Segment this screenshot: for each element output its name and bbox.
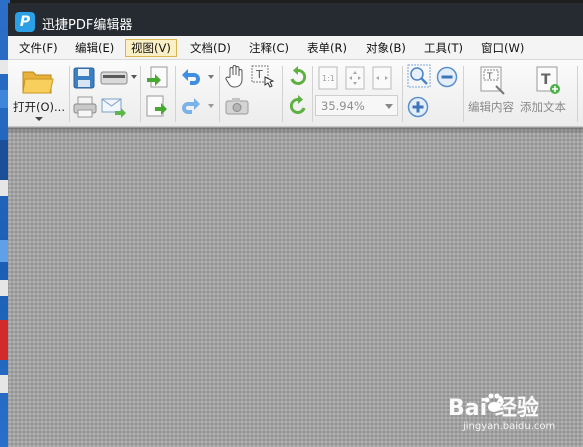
toolbar-separator	[175, 66, 176, 122]
menu-comment[interactable]: 注释(C)	[244, 39, 294, 57]
toolbar-separator	[402, 66, 403, 122]
chevron-down-icon[interactable]	[385, 104, 393, 109]
toolbar-separator	[140, 66, 141, 122]
window-title: 迅捷PDF编辑器	[42, 18, 133, 33]
watermark-url: jingyan.baidu.com	[463, 421, 556, 432]
edit-content-button[interactable]: T 编辑内容	[466, 62, 520, 124]
snapshot-icon[interactable]	[225, 97, 249, 115]
svg-text:1:1: 1:1	[322, 74, 335, 83]
app-logo-icon: P	[15, 12, 35, 32]
menu-window[interactable]: 窗口(W)	[476, 39, 529, 57]
menu-view[interactable]: 视图(V)	[125, 39, 177, 57]
undo-dropdown-arrow-icon[interactable]	[208, 75, 214, 79]
edit-content-label: 编辑内容	[468, 100, 514, 114]
toolbar: 打开(O)... T 1:1 35.94% T 编辑内容 T 添加文本	[8, 60, 583, 127]
select-text-icon[interactable]: T	[251, 65, 275, 89]
scanner-dropdown-arrow-icon[interactable]	[131, 75, 137, 79]
undo-icon[interactable]	[179, 67, 203, 87]
folder-icon	[22, 71, 54, 94]
save-icon[interactable]	[73, 67, 95, 89]
svg-text:T: T	[486, 72, 493, 82]
redo-icon[interactable]	[179, 96, 203, 116]
open-dropdown-arrow-icon[interactable]	[35, 117, 43, 121]
toolbar-separator	[69, 66, 70, 122]
fit-width-icon[interactable]	[371, 66, 393, 90]
title-bar[interactable]: P 迅捷PDF编辑器	[8, 3, 583, 36]
zoom-out-icon[interactable]	[436, 66, 458, 88]
email-icon[interactable]	[101, 96, 127, 118]
print-icon[interactable]	[73, 96, 97, 118]
import-page-icon[interactable]	[145, 66, 169, 90]
menu-document[interactable]: 文档(D)	[185, 39, 236, 57]
toolbar-shadow	[8, 128, 583, 134]
toolbar-separator	[463, 66, 464, 122]
actual-size-icon[interactable]: 1:1	[317, 66, 339, 90]
zoom-value: 35.94%	[321, 99, 365, 113]
toolbar-separator	[282, 66, 283, 122]
add-text-button[interactable]: T 添加文本	[520, 62, 576, 124]
zoom-in-icon[interactable]	[407, 96, 429, 118]
menu-form[interactable]: 表单(R)	[302, 39, 352, 57]
menu-object[interactable]: 对象(B)	[361, 39, 411, 57]
menu-tools[interactable]: 工具(T)	[419, 39, 468, 57]
menu-bar: 文件(F) 编辑(E) 视图(V) 文档(D) 注释(C) 表单(R) 对象(B…	[8, 36, 583, 60]
edit-content-icon: T	[480, 66, 505, 95]
zoom-marquee-icon[interactable]	[407, 64, 433, 90]
toolbar-separator	[577, 66, 578, 122]
export-page-icon[interactable]	[145, 95, 169, 119]
open-button[interactable]: 打开(O)...	[10, 62, 68, 124]
menu-file[interactable]: 文件(F)	[14, 39, 63, 57]
scanner-icon[interactable]	[100, 68, 128, 88]
toolbar-separator	[312, 66, 313, 122]
baidu-paw-icon	[484, 393, 504, 412]
open-label: 打开(O)...	[13, 100, 65, 114]
redo-dropdown-arrow-icon[interactable]	[208, 104, 214, 108]
rotate-counterclockwise-icon[interactable]	[287, 95, 309, 117]
svg-text:T: T	[541, 72, 551, 88]
fit-page-icon[interactable]	[344, 66, 366, 90]
zoom-select[interactable]: 35.94%	[315, 95, 398, 116]
svg-text:T: T	[255, 68, 263, 81]
hand-tool-icon[interactable]	[225, 65, 245, 89]
toolbar-separator	[219, 66, 220, 122]
add-text-label: 添加文本	[520, 100, 566, 114]
menu-edit[interactable]: 编辑(E)	[70, 39, 119, 57]
add-text-icon: T	[536, 66, 560, 94]
app-window: P 迅捷PDF编辑器 文件(F) 编辑(E) 视图(V) 文档(D) 注释(C)…	[8, 3, 583, 447]
rotate-clockwise-icon[interactable]	[287, 66, 309, 88]
